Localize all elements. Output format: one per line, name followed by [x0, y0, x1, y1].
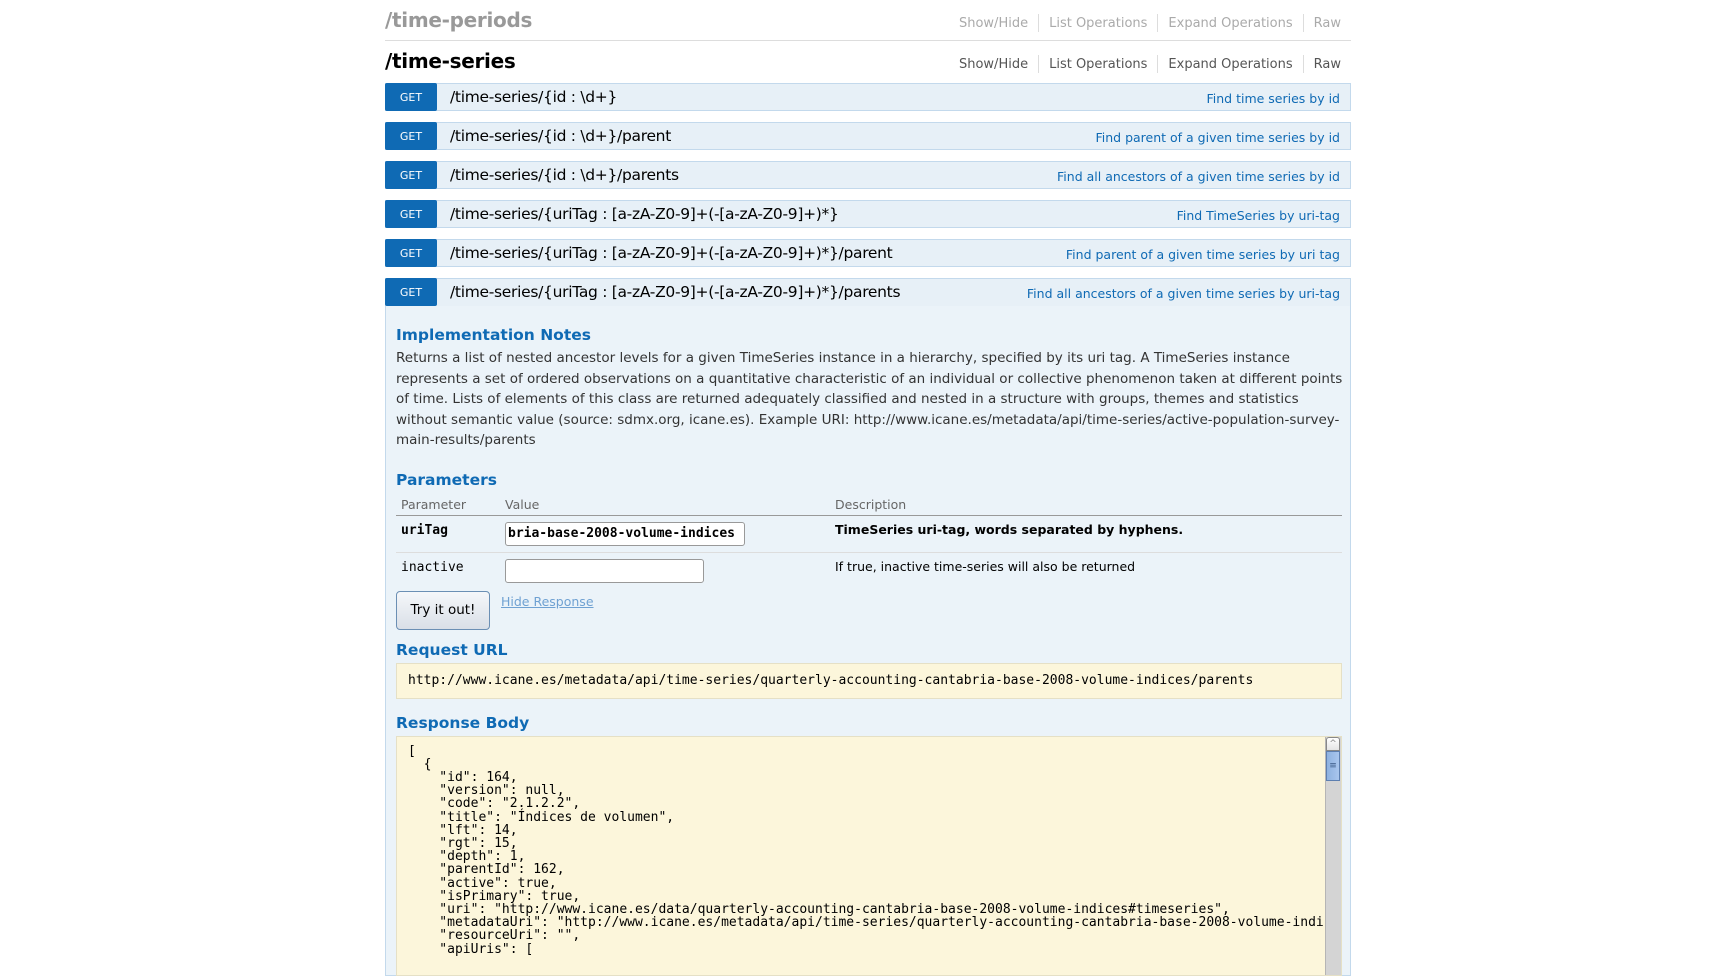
parameters-title: Parameters	[396, 470, 497, 489]
scroll-thumb[interactable]: ≡	[1326, 750, 1340, 781]
operation-path[interactable]: /time-series/{uriTag : [a-zA-Z0-9]+(-[a-…	[450, 205, 839, 223]
implementation-notes: Returns a list of nested ancestor levels…	[396, 350, 1343, 448]
operation-path[interactable]: /time-series/{id : \d+}/parent	[450, 127, 671, 145]
param-name: inactive	[401, 559, 464, 575]
method-badge[interactable]: GET	[385, 161, 437, 189]
operation-get-parent-by-uritag[interactable]: GET /time-series/{uriTag : [a-zA-Z0-9]+(…	[385, 239, 1351, 267]
operation-get-by-uritag[interactable]: GET /time-series/{uriTag : [a-zA-Z0-9]+(…	[385, 200, 1351, 228]
resource-time-series: /time-series Show/Hide List Operations E…	[385, 41, 1351, 976]
operation-details: Implementation Notes Returns a list of n…	[385, 306, 1351, 976]
method-badge[interactable]: GET	[385, 200, 437, 228]
submit-actions: Try it out! Hide Response	[396, 590, 1340, 641]
method-badge[interactable]: GET	[385, 239, 437, 267]
api-docs: /time-periods Show/Hide List Operations …	[385, 0, 1351, 976]
hide-response-link[interactable]: Hide Response	[501, 594, 594, 609]
header-description: Description	[830, 492, 1342, 516]
operation-summary[interactable]: Find TimeSeries by uri-tag	[1177, 208, 1340, 223]
operation-summary[interactable]: Find parent of a given time series by ur…	[1066, 247, 1340, 262]
param-row-uritag: uriTag TimeSeries uri-tag, words separat…	[396, 515, 1342, 553]
operation-summary[interactable]: Find parent of a given time series by id	[1096, 130, 1341, 145]
show-hide-link[interactable]: Show/Hide	[949, 16, 1038, 31]
header-parameter: Parameter	[396, 492, 500, 516]
response-body-title: Response Body	[396, 713, 530, 732]
operation-summary[interactable]: Find time series by id	[1206, 91, 1340, 106]
request-url: http://www.icane.es/metadata/api/time-se…	[396, 662, 1342, 699]
operation-summary[interactable]: Find all ancestors of a given time serie…	[1027, 286, 1340, 301]
show-hide-link[interactable]: Show/Hide	[949, 57, 1038, 72]
inactive-input[interactable]	[505, 558, 704, 583]
resource-time-periods: /time-periods Show/Hide List Operations …	[385, 0, 1351, 41]
method-badge[interactable]: GET	[385, 122, 437, 150]
method-badge[interactable]: GET	[385, 83, 437, 111]
raw-link[interactable]: Raw	[1304, 16, 1341, 31]
response-body-content: [ { "id": 164, "version": null, "code": …	[408, 743, 1325, 957]
operation-get-parent-by-id[interactable]: GET /time-series/{id : \d+}/parent Find …	[385, 122, 1351, 150]
param-name: uriTag	[401, 522, 448, 538]
operation-path[interactable]: /time-series/{id : \d+}	[450, 88, 617, 106]
request-url-title: Request URL	[396, 640, 508, 659]
try-it-out-button[interactable]: Try it out!	[396, 590, 490, 630]
operation-get-parents-by-id[interactable]: GET /time-series/{id : \d+}/parents Find…	[385, 161, 1351, 189]
operation-get-parents-by-uritag[interactable]: GET /time-series/{uriTag : [a-zA-Z0-9]+(…	[385, 278, 1351, 306]
list-operations-link[interactable]: List Operations	[1039, 16, 1157, 31]
uritag-input[interactable]	[505, 521, 745, 546]
param-description: If true, inactive time-series will also …	[835, 558, 1136, 574]
param-description: TimeSeries uri-tag, words separated by h…	[835, 521, 1184, 537]
operation-path[interactable]: /time-series/{uriTag : [a-zA-Z0-9]+(-[a-…	[450, 244, 893, 262]
expand-operations-link[interactable]: Expand Operations	[1158, 57, 1302, 72]
raw-link[interactable]: Raw	[1304, 57, 1341, 72]
response-scrollbar[interactable]: ^ ≡	[1325, 736, 1341, 975]
response-body[interactable]: [ { "id": 164, "version": null, "code": …	[396, 735, 1342, 976]
operation-get-by-id[interactable]: GET /time-series/{id : \d+} Find time se…	[385, 83, 1351, 111]
param-row-inactive: inactive If true, inactive time-series w…	[396, 552, 1342, 589]
method-badge[interactable]: GET	[385, 278, 437, 306]
resource-title[interactable]: /time-series	[385, 49, 516, 73]
resource-links: Show/Hide List Operations Expand Operati…	[949, 14, 1341, 32]
resource-title[interactable]: /time-periods	[385, 8, 532, 32]
resource-links: Show/Hide List Operations Expand Operati…	[949, 55, 1341, 73]
header-value: Value	[500, 492, 830, 516]
implementation-notes-title: Implementation Notes	[396, 326, 591, 344]
operation-path[interactable]: /time-series/{uriTag : [a-zA-Z0-9]+(-[a-…	[450, 283, 901, 301]
operation-path[interactable]: /time-series/{id : \d+}/parents	[450, 166, 679, 184]
list-operations-link[interactable]: List Operations	[1039, 57, 1157, 72]
parameters-table: Parameter Value Description uriTag TimeS…	[396, 492, 1342, 589]
expand-operations-link[interactable]: Expand Operations	[1158, 16, 1302, 31]
operation-summary[interactable]: Find all ancestors of a given time serie…	[1057, 169, 1340, 184]
scroll-up-arrow-icon[interactable]: ^	[1326, 736, 1340, 751]
